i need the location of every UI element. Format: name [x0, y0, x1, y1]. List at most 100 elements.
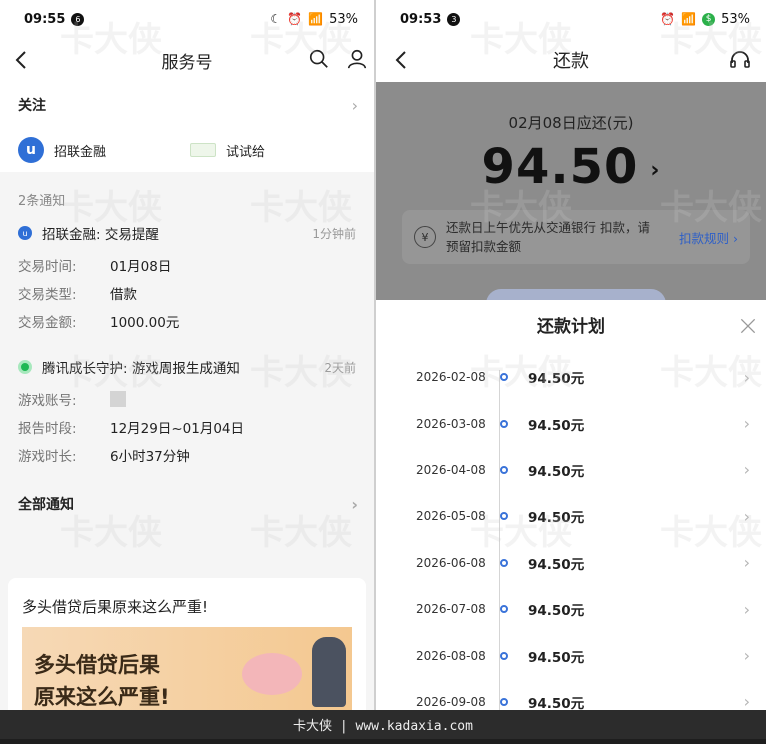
row-value: 借款 [110, 287, 137, 303]
repayment-plan-sheet: 还款计划 2026-02-08 94.50元 › 2026-03-08 94.50元 › 2… [376, 300, 766, 710]
back-arrow-icon[interactable] [390, 48, 414, 72]
plan-date: 2026-03-08 [416, 416, 486, 431]
notification-row: 交易金额: 1000.00元 [18, 307, 356, 335]
article-card[interactable]: 多头借贷后果原来这么严重! 多头借贷后果 原来这么严重! [8, 578, 366, 710]
row-value: 01月08日 [110, 259, 172, 275]
notification-row: 游戏时长: 6小时37分钟 [18, 441, 356, 469]
row-label: 交易金额: [18, 315, 77, 331]
follow-accounts: u 招联金融 试试给 [0, 128, 374, 172]
follow-header[interactable]: 关注 › [0, 82, 374, 128]
account-logo-icon[interactable] [190, 143, 217, 157]
notification-count: 2条通知 [18, 194, 66, 209]
due-amount[interactable]: 94.50 › [376, 139, 766, 195]
timeline-node-icon [500, 605, 508, 614]
notification-badge: 3 [447, 12, 461, 26]
plan-list: 2026-02-08 94.50元 › 2026-03-08 94.50元 › 2026-0… [376, 354, 766, 710]
plan-amount: 94.50元 [528, 417, 585, 434]
wifi-icon: 📶 [681, 12, 697, 26]
plan-amount: 94.50元 [528, 463, 585, 480]
plan-amount: 94.50元 [528, 649, 585, 666]
plan-row[interactable]: 2026-05-08 94.50元 › [376, 493, 766, 539]
plan-date: 2026-06-08 [416, 555, 486, 570]
plan-row[interactable]: 2026-09-08 94.50元 › [376, 679, 766, 710]
headset-icon[interactable] [728, 48, 752, 72]
battery-level: 53% [721, 11, 750, 27]
search-icon[interactable] [308, 48, 330, 70]
status-bar: 09:55 6 ☾ ⏰ 📶 53% [0, 0, 374, 38]
all-notifications-link[interactable]: 全部通知 › [0, 481, 374, 527]
deduction-rule-link[interactable]: 扣款规则 › [679, 228, 738, 247]
follow-account-name[interactable]: 招联金融 [54, 141, 106, 160]
dimmed-background[interactable]: 02月08日应还(元) 94.50 › ¥ 还款日上午优先从交通银行 扣款，请预留… [376, 82, 766, 319]
chevron-right-icon: › [743, 460, 750, 480]
plan-amount: 94.50元 [528, 510, 585, 527]
article-image-text: 原来这么严重! [34, 685, 170, 709]
battery-level: 53% [329, 11, 358, 27]
plan-date: 2026-02-08 [416, 370, 486, 385]
row-label: 游戏账号: [18, 393, 77, 409]
alarm-icon: ⏰ [287, 12, 303, 26]
left-screen: 09:55 6 ☾ ⏰ 📶 53% 服务号 关注 › u 招联金融 试试给 2条… [0, 0, 374, 710]
chevron-right-icon: › [743, 367, 750, 387]
status-time: 09:53 [400, 11, 442, 27]
plan-amount: 94.50元 [528, 695, 585, 710]
timeline-node-icon [500, 558, 508, 567]
sheet-title: 还款计划 [537, 317, 605, 337]
timeline-node-icon [500, 465, 508, 474]
due-amount-value: 94.50 [481, 139, 639, 195]
all-notifications-label: 全部通知 [18, 497, 74, 513]
notification-badge: 6 [71, 12, 85, 26]
article-image: 多头借贷后果 原来这么严重! [22, 627, 352, 710]
chevron-right-icon: › [743, 506, 750, 526]
page-title: 还款 [553, 51, 589, 72]
right-screen: 09:53 3 ⏰ 📶 $ 53% 还款 02月08日应还(元) 94.50 › … [376, 0, 766, 710]
notification-title: 招联金融: 交易提醒 [42, 227, 159, 243]
zhaolian-logo-icon: u [18, 226, 32, 240]
follow-account-name[interactable]: 试试给 [226, 141, 265, 160]
notification-time: 2天前 [324, 360, 356, 375]
status-time: 09:55 [24, 11, 66, 27]
plan-date: 2026-09-08 [416, 694, 486, 709]
plan-row[interactable]: 2026-03-08 94.50元 › [376, 400, 766, 446]
top-nav: 还款 [376, 38, 766, 82]
page-title: 服务号 [161, 52, 213, 73]
notification-row: 交易类型: 借款 [18, 279, 356, 307]
follow-label: 关注 [18, 98, 46, 114]
plan-date: 2026-08-08 [416, 648, 486, 663]
chevron-right-icon: › [743, 692, 750, 710]
article-image-text: 多头借贷后果 [34, 653, 160, 677]
timeline-node-icon [500, 373, 508, 382]
back-arrow-icon[interactable] [10, 48, 34, 72]
row-label: 报告时段: [18, 421, 77, 437]
follow-section: 关注 › u 招联金融 试试给 [0, 82, 374, 172]
notification-title: 腾讯成长守护: 游戏周报生成通知 [42, 361, 240, 377]
timeline-node-icon [500, 651, 508, 660]
close-icon[interactable] [738, 316, 758, 336]
tencent-guard-icon [18, 360, 32, 374]
plan-date: 2026-07-08 [416, 602, 486, 617]
plan-row[interactable]: 2026-04-08 94.50元 › [376, 447, 766, 493]
timeline-node-icon [500, 419, 508, 428]
row-value: 12月29日~01月04日 [110, 421, 245, 437]
profile-icon[interactable] [346, 48, 368, 70]
timeline-node-icon [500, 512, 508, 521]
deduction-notice: ¥ 还款日上午优先从交通银行 扣款，请预留扣款金额 扣款规则 › [402, 210, 750, 264]
plan-row[interactable]: 2026-02-08 94.50元 › [376, 354, 766, 400]
notification-card[interactable]: u 招联金融: 交易提醒 1分钟前 交易时间: 01月08日 交易类型: 借款 交易… [0, 215, 374, 339]
plan-row[interactable]: 2026-06-08 94.50元 › [376, 540, 766, 586]
notification-time: 1分钟前 [312, 226, 356, 241]
moon-icon: ☾ [270, 12, 282, 26]
chevron-right-icon: › [351, 494, 358, 514]
person-illustration [312, 637, 346, 707]
yuan-icon: ¥ [414, 226, 436, 248]
status-icons: ⏰ 📶 $ 53% [660, 12, 750, 27]
chevron-right-icon: › [351, 95, 358, 115]
plan-row[interactable]: 2026-08-08 94.50元 › [376, 632, 766, 678]
notification-card[interactable]: 腾讯成长守护: 游戏周报生成通知 2天前 游戏账号: 报告时段: 12月29日~0… [0, 349, 374, 473]
status-bar: 09:53 3 ⏰ 📶 $ 53% [376, 0, 766, 38]
status-icons: ☾ ⏰ 📶 53% [270, 12, 358, 27]
zhaolian-logo-icon[interactable]: u [18, 137, 44, 163]
plan-row[interactable]: 2026-07-08 94.50元 › [376, 586, 766, 632]
plan-date: 2026-04-08 [416, 462, 486, 477]
notification-row: 交易时间: 01月08日 [18, 251, 356, 279]
